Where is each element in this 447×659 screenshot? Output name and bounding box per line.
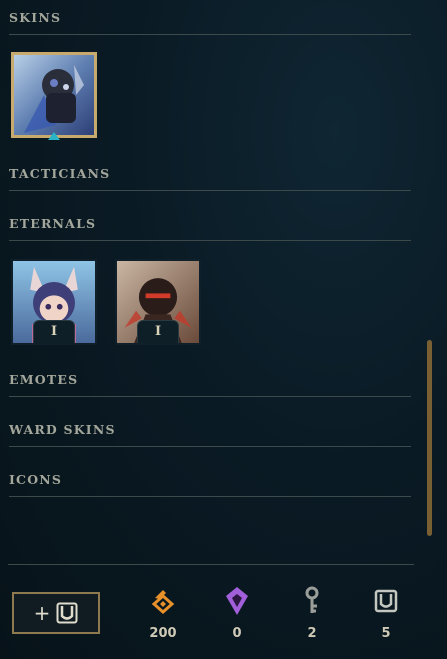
chest-value: 5 (381, 626, 391, 641)
tier-badge: I (33, 320, 75, 343)
mythic-essence-value: 0 (232, 626, 242, 641)
selected-indicator-icon (48, 132, 60, 140)
tier-badge: I (137, 320, 179, 343)
eternal-tile-2[interactable]: I (115, 259, 201, 345)
plus-label: + (33, 601, 51, 625)
chest-icon (56, 602, 78, 624)
mythic-essence-counter: 0 (212, 586, 262, 641)
orange-essence-value: 200 (149, 626, 177, 641)
section-tacticians-header[interactable]: TACTICIANS (9, 166, 411, 191)
section-ward-skins-header[interactable]: WARD SKINS (9, 422, 411, 447)
orange-essence-icon (151, 590, 175, 614)
key-icon (305, 586, 319, 613)
key-value: 2 (307, 626, 317, 641)
skin-art (14, 55, 94, 135)
section-skins-header[interactable]: SKINS (9, 10, 411, 35)
eternal-tile-1[interactable]: I (11, 259, 97, 345)
mythic-essence-icon (226, 587, 248, 615)
add-chest-button[interactable]: + (12, 592, 100, 634)
section-eternals-header[interactable]: ETERNALS (9, 216, 411, 241)
chest-counter: 5 (361, 586, 411, 641)
section-emotes-header[interactable]: EMOTES (9, 372, 411, 397)
footer-divider (8, 564, 414, 565)
chest-icon (374, 589, 398, 613)
orange-essence-counter: 200 (138, 586, 188, 641)
loadout-panel: SKINS TACTICIANS ETERNALS I I EMOTES WAR… (0, 0, 420, 560)
section-icons-header[interactable]: ICONS (9, 472, 411, 497)
scrollbar-thumb[interactable] (427, 340, 432, 536)
skin-tile[interactable] (11, 52, 97, 138)
key-counter: 2 (287, 586, 337, 641)
